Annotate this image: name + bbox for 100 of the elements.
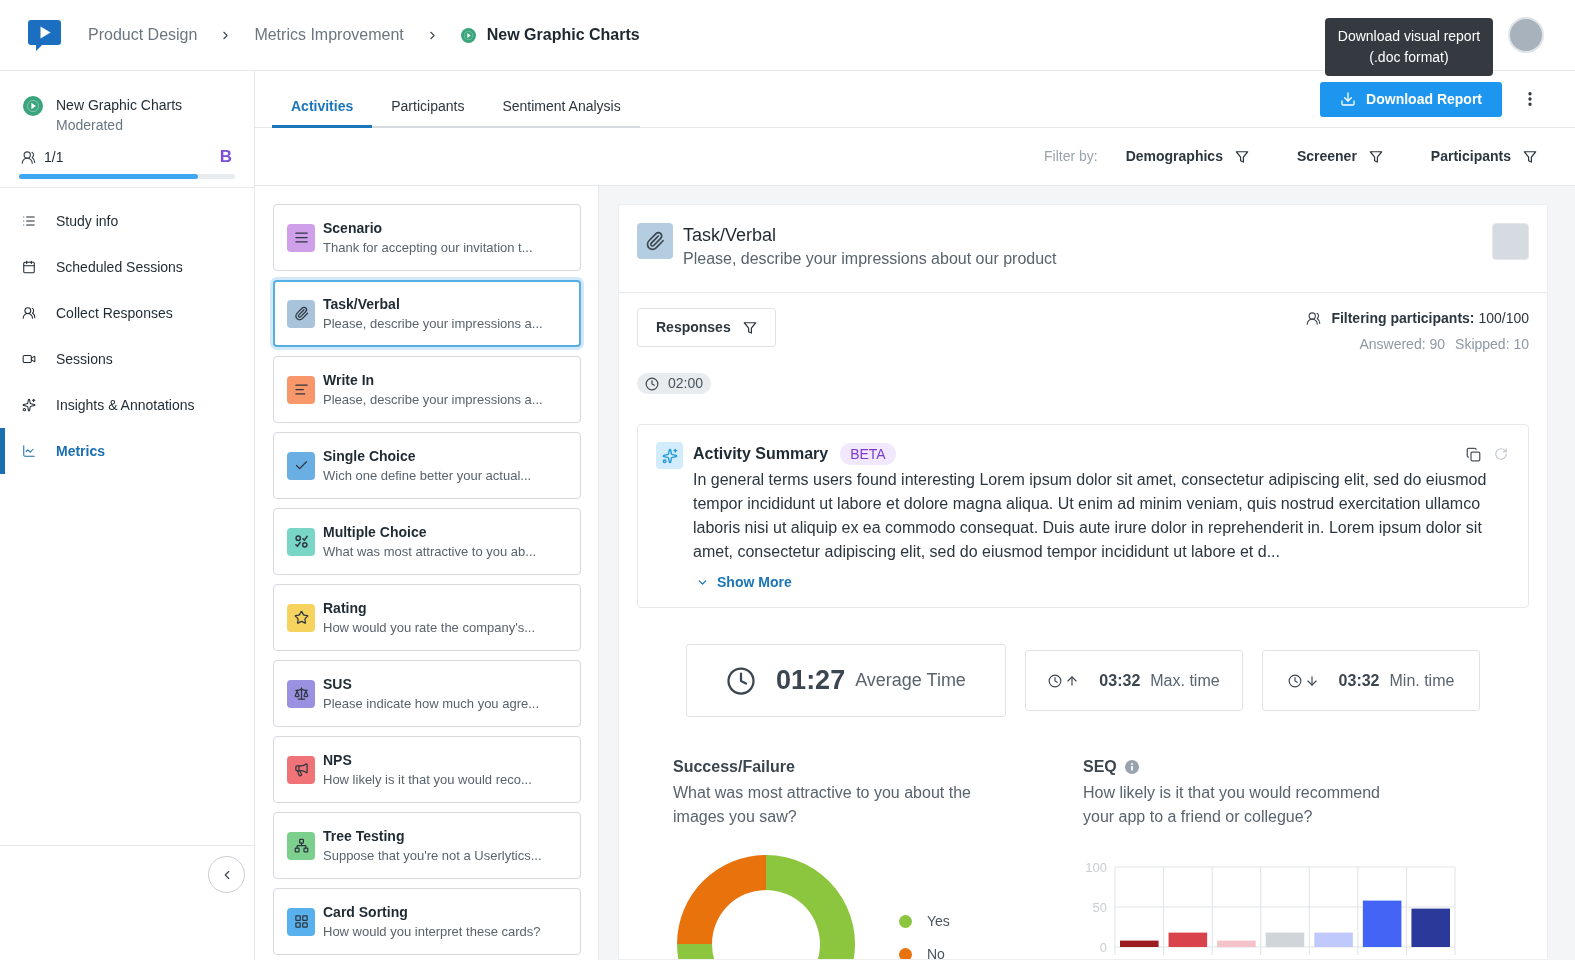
activity-card[interactable]: NPS How likely is it that you would reco... (273, 736, 581, 803)
activity-description: Suppose that you're not a Userlytics... (323, 846, 542, 865)
download-icon (1340, 91, 1357, 107)
filter-button[interactable]: Participants (1430, 146, 1537, 167)
filter-label: Filter by: (1044, 147, 1098, 166)
activity-card[interactable]: Single Choice Wich one define better your actual... (273, 432, 581, 499)
activity-card[interactable]: Task/Verbal Please, describe your impressions a... (273, 280, 581, 347)
refresh-icon[interactable] (1494, 447, 1508, 461)
activity-card[interactable]: Rating How would you rate the company's... (273, 584, 581, 651)
people-icon (21, 149, 36, 165)
avatar[interactable] (1508, 17, 1544, 53)
activity-description: Thank for accepting our invitation t... (323, 238, 533, 257)
filtering-participants: Filtering participants: 100/100 (1331, 308, 1529, 328)
activity-card[interactable]: Write In Please, describe your impressions a... (273, 356, 581, 423)
chart-title: Success/Failure (673, 757, 796, 777)
activity-title: Multiple Choice (323, 522, 428, 542)
logo-icon (28, 19, 61, 51)
breadcrumb-link[interactable]: New Graphic Charts (460, 23, 640, 47)
activity-description: Please, describe your impressions a... (323, 314, 543, 333)
line-chart-icon (22, 444, 36, 458)
stat-label: Average Time (855, 669, 966, 692)
answered-count: Answered: 90 (1359, 334, 1446, 354)
filter-button[interactable]: Demographics (1125, 146, 1249, 167)
activity-title: Single Choice (323, 446, 417, 466)
stat-value: 03:32 (1338, 670, 1380, 691)
activity-card[interactable]: Tree Testing Suppose that you're not a Userlytics... (273, 812, 581, 879)
filter-icon (1234, 149, 1249, 164)
activity-description: How would you rate the company's... (323, 618, 536, 637)
stat-value: 01:27 (776, 664, 846, 698)
breadcrumb-link[interactable]: Metrics Improvement (254, 23, 404, 47)
clock-icon (1048, 673, 1063, 688)
activity-description: How likely is it that you would reco... (323, 770, 532, 789)
filter-icon (1523, 149, 1537, 164)
bar (1411, 908, 1450, 947)
plan-letter: B (219, 146, 232, 169)
chart-title: SEQ (1083, 757, 1117, 777)
activity-card[interactable]: Scenario Thank for accepting our invitation t... (273, 204, 581, 271)
activity-description: Please indicate how much you agre... (323, 694, 540, 713)
activity-description: What was most attractive to you ab... (323, 542, 537, 561)
copy-icon[interactable] (1466, 446, 1481, 462)
show-more-link[interactable]: Show More (696, 572, 792, 593)
bar (1120, 940, 1159, 947)
list-icon (22, 214, 36, 228)
nav-item[interactable]: Sessions (0, 336, 254, 382)
activity-card[interactable]: SUS Please indicate how much you agre... (273, 660, 581, 727)
beta-badge: BETA (840, 443, 896, 465)
activity-title: Tree Testing (323, 826, 406, 846)
image-placeholder[interactable] (1492, 223, 1529, 260)
clock-icon (645, 376, 659, 391)
info-icon[interactable] (1124, 760, 1139, 774)
stat-label: Max. time (1150, 670, 1220, 691)
activity-card[interactable]: Multiple Choice What was most attractive to you ab... (273, 508, 581, 575)
activity-title: Rating (323, 598, 368, 618)
nav-item[interactable]: Scheduled Sessions (0, 244, 254, 290)
sparkles-icon (22, 398, 36, 412)
people-icon (1306, 310, 1322, 326)
nav-item[interactable]: Collect Responses (0, 290, 254, 336)
chart-question: What was most attractive to you about the images you saw? (673, 783, 972, 827)
clock-icon (726, 665, 757, 696)
breadcrumb-link[interactable]: Product Design (88, 23, 198, 47)
bar (1168, 932, 1208, 947)
nav-item[interactable]: Study info (0, 198, 254, 244)
activity-description: Wich one define better your actual... (323, 466, 532, 485)
activity-title: Task/Verbal (323, 294, 401, 314)
summary-title: Activity Summary (693, 444, 829, 464)
activity-title: NPS (323, 750, 353, 770)
nav-item[interactable]: Insights & Annotations (0, 382, 254, 428)
play-circle-icon (23, 96, 43, 116)
summary-text: In general terms users found interesting Lorem ipsum dolor sit amet, consectetur adipiscing elit, sed do eiusmod tempor incididunt ut labore et dolore magna aliqua. Ut enim ad minim veniam, quis nostrud exercitation ullamco laboris nisi ut aliquip ex ea commodo consequat. Duis aute irure dolor in reprehenderit in. Lorem ipsum dolor sit amet, consectetur adipiscing elit, sed do eiusmod tempor incididunt ut labore et d... (693, 470, 1488, 562)
activity-title: Scenario (323, 218, 384, 238)
activity-title: Write In (323, 370, 376, 390)
filter-button[interactable]: Screener (1296, 146, 1383, 167)
filter-icon (742, 320, 757, 335)
activity-title: Card Sorting (323, 902, 409, 922)
responses-filter-button[interactable]: Responses (637, 308, 776, 347)
activity-question: Please, describe your impressions about our product (683, 249, 1057, 269)
nav-item[interactable]: Metrics (0, 428, 254, 474)
skipped-count: Skipped: 10 (1455, 334, 1529, 354)
tab[interactable]: Sentiment Analysis (483, 88, 640, 128)
filter-icon (1368, 149, 1383, 164)
participant-count: 1/1 (44, 147, 64, 167)
timer-value: 02:00 (668, 374, 704, 393)
tab[interactable]: Activities (272, 88, 373, 128)
stat-value: 03:32 (1099, 670, 1141, 691)
bar (1314, 932, 1353, 947)
legend-label: Yes (927, 911, 950, 931)
clock-icon (1287, 673, 1302, 688)
activity-description: How would you interpret these cards? (323, 922, 541, 941)
tab[interactable]: Participants (372, 88, 484, 128)
legend-label: No (927, 944, 945, 959)
calendar-icon (22, 260, 36, 274)
video-camera-icon (22, 352, 36, 366)
sparkles-icon (656, 442, 683, 469)
bar (1217, 940, 1256, 947)
activity-card[interactable]: Card Sorting How would you interpret these cards? (273, 888, 581, 955)
bar (1362, 900, 1402, 947)
people-icon (22, 306, 36, 320)
chart-question: How likely is it that you would recommend your app to a friend or collegue? (1083, 783, 1381, 827)
collapse-button[interactable] (208, 856, 245, 893)
activity-heading: Task/Verbal (683, 224, 778, 247)
